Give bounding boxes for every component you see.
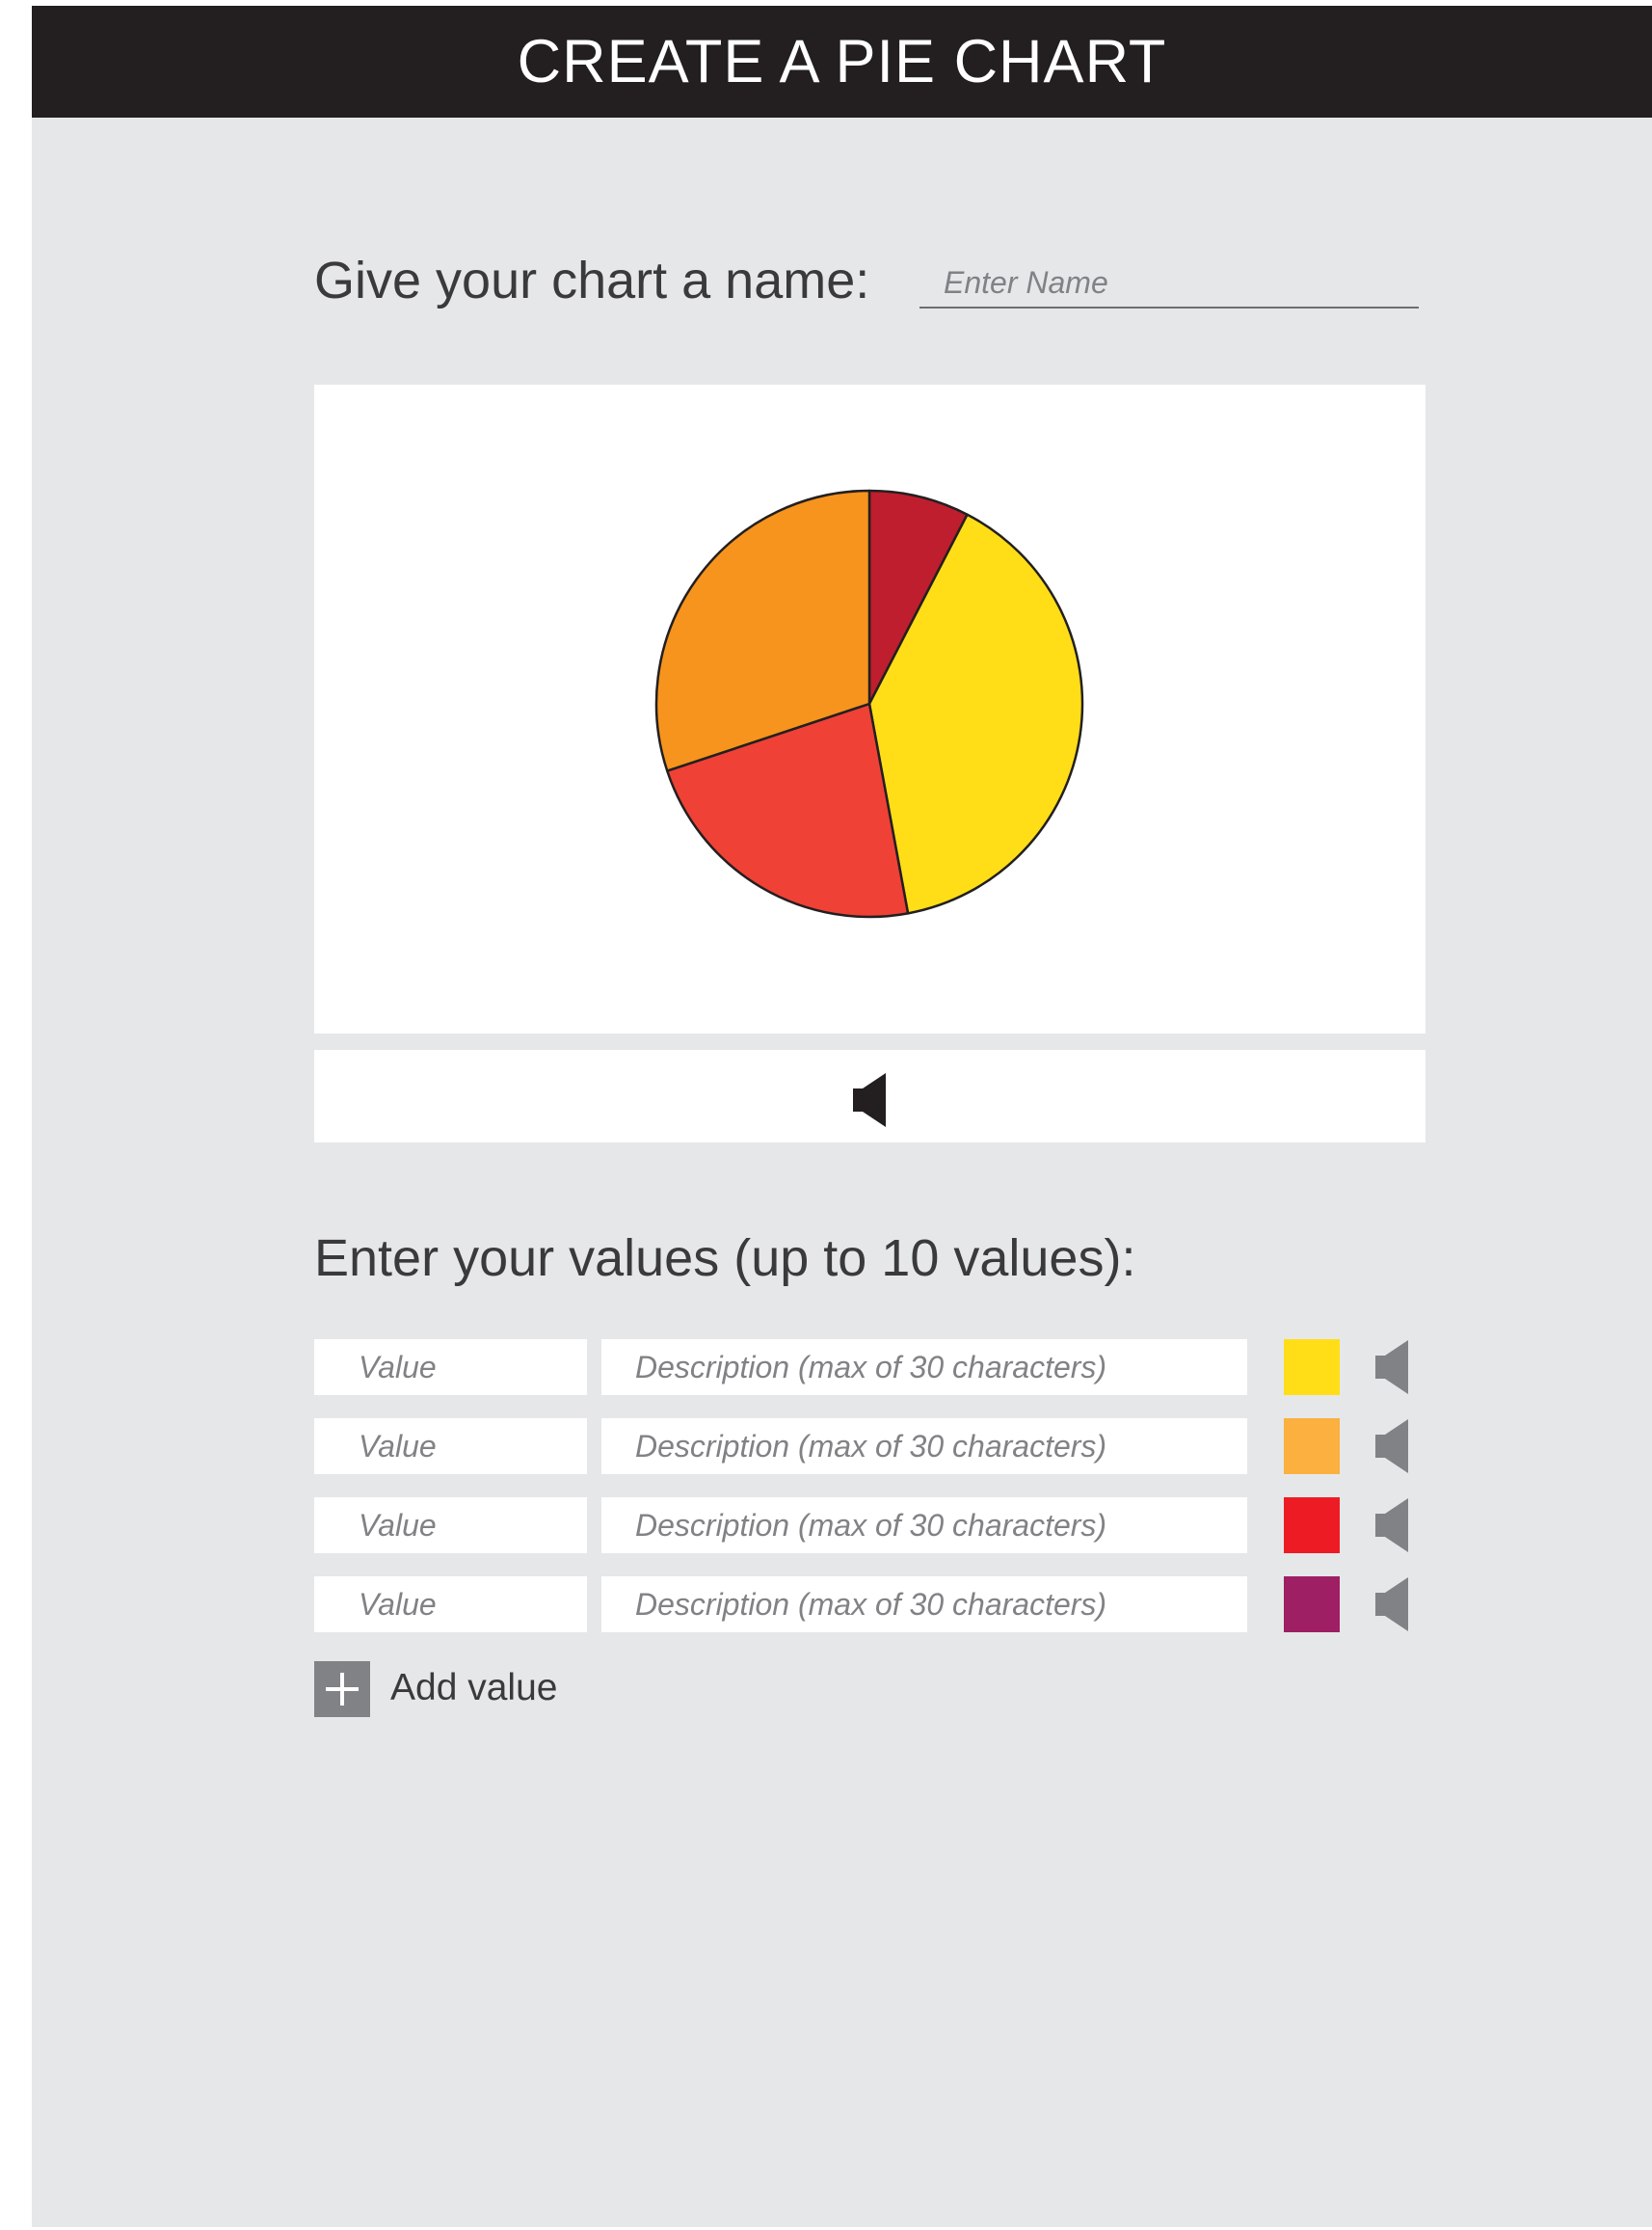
page-title: CREATE A PIE CHART xyxy=(517,28,1167,95)
value-row xyxy=(314,1576,1442,1632)
value-input[interactable] xyxy=(314,1418,587,1474)
value-row xyxy=(314,1497,1442,1553)
color-swatch[interactable] xyxy=(1284,1497,1340,1553)
description-input[interactable] xyxy=(601,1418,1247,1474)
chart-audio-bar[interactable] xyxy=(314,1050,1426,1142)
add-value-label: Add value xyxy=(390,1667,558,1708)
speaker-icon[interactable] xyxy=(1375,1577,1408,1631)
value-row xyxy=(314,1339,1442,1395)
add-value-button[interactable] xyxy=(314,1661,370,1717)
color-swatch[interactable] xyxy=(1284,1339,1340,1395)
speaker-icon[interactable] xyxy=(1375,1340,1408,1394)
value-row xyxy=(314,1418,1442,1474)
value-input[interactable] xyxy=(314,1497,587,1553)
color-swatch[interactable] xyxy=(1284,1576,1340,1632)
chart-panel xyxy=(314,385,1426,1034)
chart-name-input[interactable] xyxy=(919,258,1419,309)
speaker-icon[interactable] xyxy=(1375,1498,1408,1552)
description-input[interactable] xyxy=(601,1576,1247,1632)
chart-name-label: Give your chart a name: xyxy=(314,252,870,309)
header-bar: CREATE A PIE CHART xyxy=(32,6,1652,118)
color-swatch[interactable] xyxy=(1284,1418,1340,1474)
speaker-icon[interactable] xyxy=(853,1073,886,1127)
description-input[interactable] xyxy=(601,1497,1247,1553)
value-input[interactable] xyxy=(314,1339,587,1395)
app-window: CREATE A PIE CHART Give your chart a nam… xyxy=(32,6,1652,2227)
add-value-row: Add value xyxy=(314,1661,700,1717)
speaker-icon[interactable] xyxy=(1375,1419,1408,1473)
value-input[interactable] xyxy=(314,1576,587,1632)
pie-chart xyxy=(654,489,1084,919)
plus-icon xyxy=(326,1673,359,1706)
description-input[interactable] xyxy=(601,1339,1247,1395)
values-heading: Enter your values (up to 10 values): xyxy=(314,1229,1136,1287)
chart-name-row: Give your chart a name: xyxy=(314,245,1425,312)
